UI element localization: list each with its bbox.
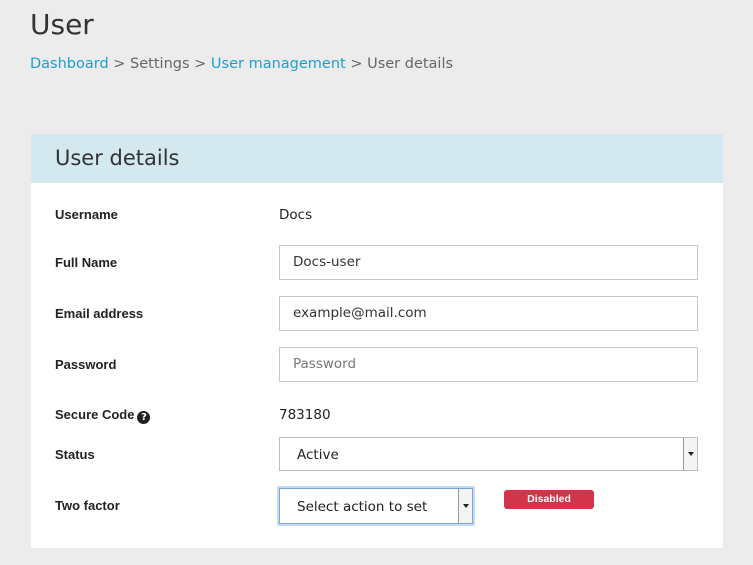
password-field[interactable]: Password (279, 347, 698, 382)
chevron-down-icon[interactable] (683, 438, 697, 470)
secure-code-label-group: Secure Code? (55, 407, 151, 424)
breadcrumb-settings: Settings (130, 56, 190, 72)
two-factor-select[interactable]: Select action to set (279, 488, 473, 524)
email-field[interactable]: example@mail.com (279, 296, 698, 331)
status-select[interactable]: Active (279, 437, 698, 471)
breadcrumb-separator: > (194, 56, 207, 72)
username-value: Docs (279, 207, 313, 223)
email-label: Email address (55, 306, 144, 321)
secure-code-label: Secure Code (55, 407, 135, 422)
full-name-label: Full Name (55, 255, 118, 270)
two-factor-selected-value: Select action to set (297, 499, 428, 515)
chevron-down-icon[interactable] (458, 489, 472, 523)
breadcrumb-separator: > (113, 56, 126, 72)
question-circle-icon[interactable]: ? (137, 411, 151, 424)
breadcrumb-user-management-link[interactable]: User management (211, 56, 346, 72)
password-label: Password (55, 357, 117, 372)
breadcrumb-current: User details (367, 56, 454, 72)
secure-code-value: 783180 (279, 407, 331, 423)
full-name-field[interactable]: Docs-user (279, 245, 698, 280)
card-title: User details (31, 134, 723, 183)
status-label: Status (55, 447, 95, 462)
breadcrumb: Dashboard > Settings > User management >… (30, 56, 453, 72)
username-label: Username (55, 207, 118, 222)
page-title: User (30, 8, 94, 41)
status-selected-value: Active (297, 447, 339, 463)
two-factor-label: Two factor (55, 498, 120, 513)
breadcrumb-dashboard-link[interactable]: Dashboard (30, 56, 109, 72)
user-details-card: User details Username Docs Full Name Doc… (31, 134, 723, 548)
breadcrumb-separator: > (350, 56, 363, 72)
two-factor-status-badge: Disabled (504, 490, 594, 509)
